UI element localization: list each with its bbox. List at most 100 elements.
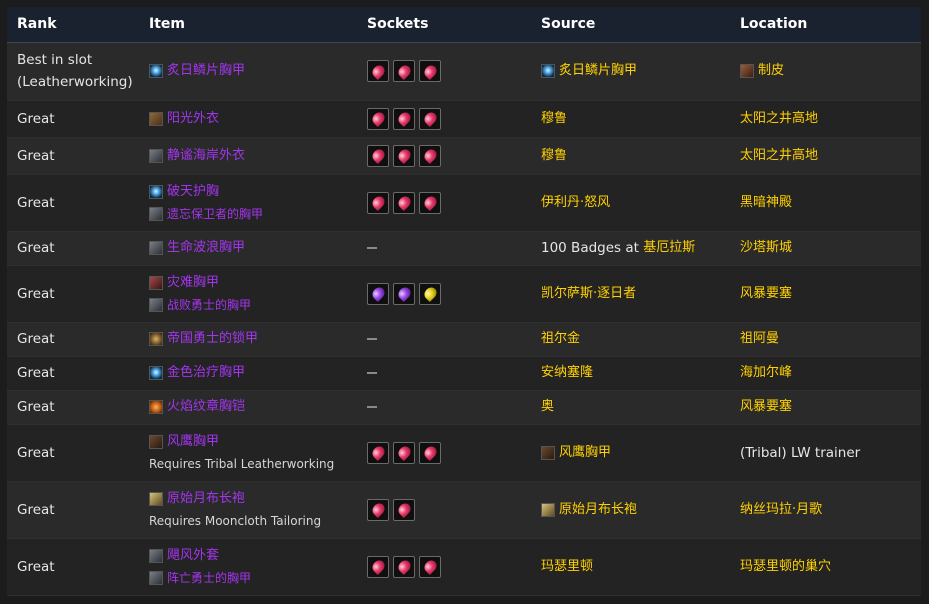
location-link[interactable]: 制皮 (758, 62, 784, 80)
item-icon[interactable] (149, 275, 163, 290)
location-link[interactable]: 祖阿曼 (740, 330, 779, 348)
item-entry[interactable]: 帝国勇士的锁甲 (149, 328, 357, 350)
item-link[interactable]: 风鹰胸甲 (167, 433, 219, 451)
item-link[interactable]: 阳光外衣 (167, 110, 219, 128)
source-icon[interactable] (541, 502, 555, 517)
item-entry[interactable]: 火焰纹章胸铠 (149, 396, 357, 418)
location-link[interactable]: 风暴要塞 (740, 398, 792, 416)
item-link[interactable]: 灾难胸甲 (167, 274, 219, 292)
socket-red-icon[interactable] (367, 498, 389, 521)
item-link[interactable]: 帝国勇士的锁甲 (167, 330, 258, 348)
source-icon[interactable] (541, 445, 555, 460)
socket-red-icon[interactable] (367, 191, 389, 214)
source-link[interactable]: 玛瑟里顿 (541, 558, 593, 576)
item-icon[interactable] (149, 570, 163, 585)
header-sockets[interactable]: Sockets (357, 7, 531, 43)
header-source[interactable]: Source (531, 7, 730, 43)
source-link[interactable]: 穆鲁 (541, 110, 567, 128)
source-link[interactable]: 凯尔萨斯·逐日者 (541, 285, 636, 303)
source-link[interactable]: 伊利丹·怒风 (541, 194, 610, 212)
source-link[interactable]: 原始月布长袍 (559, 501, 637, 519)
location-link[interactable]: 海加尔峰 (740, 364, 792, 382)
socket-red-icon[interactable] (419, 191, 441, 214)
item-link[interactable]: 生命波浪胸甲 (167, 239, 245, 257)
item-entry[interactable]: 原始月布长袍 (149, 488, 357, 510)
location-link[interactable]: 太阳之井高地 (740, 147, 818, 165)
socket-red-icon[interactable] (393, 60, 415, 82)
item-link[interactable]: 阵亡勇士的胸甲 (167, 569, 251, 587)
socket-red-icon[interactable] (367, 144, 389, 167)
location-link[interactable]: 风暴要塞 (740, 285, 792, 303)
item-icon[interactable] (149, 111, 163, 126)
item-icon[interactable] (149, 64, 163, 78)
item-icon[interactable] (149, 241, 163, 255)
item-entry[interactable]: 阳光外衣 (149, 108, 357, 130)
location-link[interactable]: 沙塔斯城 (740, 239, 792, 257)
item-entry[interactable]: 静谧海岸外衣 (149, 145, 357, 167)
location-link[interactable]: 玛瑟里顿的巢穴 (740, 558, 831, 576)
socket-purple-icon[interactable] (393, 282, 415, 305)
item-icon[interactable] (149, 400, 163, 414)
item-entry[interactable]: 阵亡勇士的胸甲 (149, 567, 357, 589)
source-link[interactable]: 祖尔金 (541, 330, 580, 348)
item-link[interactable]: 遗忘保卫者的胸甲 (167, 205, 263, 223)
header-item[interactable]: Item (139, 7, 357, 43)
source-link[interactable]: 奥 (541, 398, 554, 416)
source-link[interactable]: 穆鲁 (541, 147, 567, 165)
socket-purple-icon[interactable] (367, 282, 389, 305)
item-icon[interactable] (149, 184, 163, 199)
item-link[interactable]: 火焰纹章胸铠 (167, 398, 245, 416)
item-entry[interactable]: 风鹰胸甲 (149, 431, 357, 453)
source-link[interactable]: 风鹰胸甲 (559, 444, 611, 462)
socket-red-icon[interactable] (419, 441, 441, 464)
location-link[interactable]: 纳丝玛拉·月歌 (740, 501, 822, 519)
socket-red-icon[interactable] (419, 107, 441, 130)
item-entry[interactable]: 战败勇士的胸甲 (149, 294, 357, 316)
item-entry[interactable]: 炙日鳞片胸甲 (149, 60, 357, 82)
item-icon[interactable] (149, 366, 163, 380)
source-icon[interactable] (541, 64, 555, 78)
socket-red-icon[interactable] (393, 498, 415, 521)
socket-red-icon[interactable] (393, 191, 415, 214)
socket-red-icon[interactable] (367, 555, 389, 578)
socket-red-icon[interactable] (367, 107, 389, 130)
item-link[interactable]: 破天护胸 (167, 183, 219, 201)
item-icon[interactable] (149, 434, 163, 449)
item-link[interactable]: 原始月布长袍 (167, 490, 245, 508)
source-link[interactable]: 安纳塞隆 (541, 364, 593, 382)
header-location[interactable]: Location (730, 7, 921, 43)
header-rank[interactable]: Rank (7, 7, 139, 43)
socket-red-icon[interactable] (419, 60, 441, 82)
item-link[interactable]: 战败勇士的胸甲 (167, 296, 251, 314)
item-icon[interactable] (149, 548, 163, 563)
item-link[interactable]: 静谧海岸外衣 (167, 147, 245, 165)
socket-red-icon[interactable] (419, 555, 441, 578)
item-icon[interactable] (149, 491, 163, 506)
socket-red-icon[interactable] (419, 144, 441, 167)
socket-red-icon[interactable] (393, 144, 415, 167)
item-entry[interactable]: 遗忘保卫者的胸甲 (149, 203, 357, 225)
socket-red-icon[interactable] (393, 441, 415, 464)
item-entry[interactable]: 金色治疗胸甲 (149, 362, 357, 384)
item-entry[interactable]: 生命波浪胸甲 (149, 237, 357, 259)
location-link[interactable]: 太阳之井高地 (740, 110, 818, 128)
item-link[interactable]: 炙日鳞片胸甲 (167, 62, 245, 80)
source-link[interactable]: 炙日鳞片胸甲 (559, 62, 637, 80)
socket-red-icon[interactable] (393, 107, 415, 130)
socket-yellow-icon[interactable] (419, 282, 441, 305)
location-icon[interactable] (740, 64, 754, 78)
item-entry[interactable]: 飓风外套 (149, 545, 357, 567)
item-link[interactable]: 金色治疗胸甲 (167, 364, 245, 382)
socket-red-icon[interactable] (367, 441, 389, 464)
socket-red-icon[interactable] (367, 60, 389, 82)
item-entry[interactable]: 破天护胸 (149, 181, 357, 203)
socket-red-icon[interactable] (393, 555, 415, 578)
item-entry[interactable]: 灾难胸甲 (149, 272, 357, 294)
item-icon[interactable] (149, 332, 163, 346)
item-icon[interactable] (149, 148, 163, 163)
source-link[interactable]: 基厄拉斯 (643, 239, 695, 257)
location-link[interactable]: 黑暗神殿 (740, 194, 792, 212)
item-icon[interactable] (149, 297, 163, 312)
item-icon[interactable] (149, 206, 163, 221)
item-link[interactable]: 飓风外套 (167, 547, 219, 565)
